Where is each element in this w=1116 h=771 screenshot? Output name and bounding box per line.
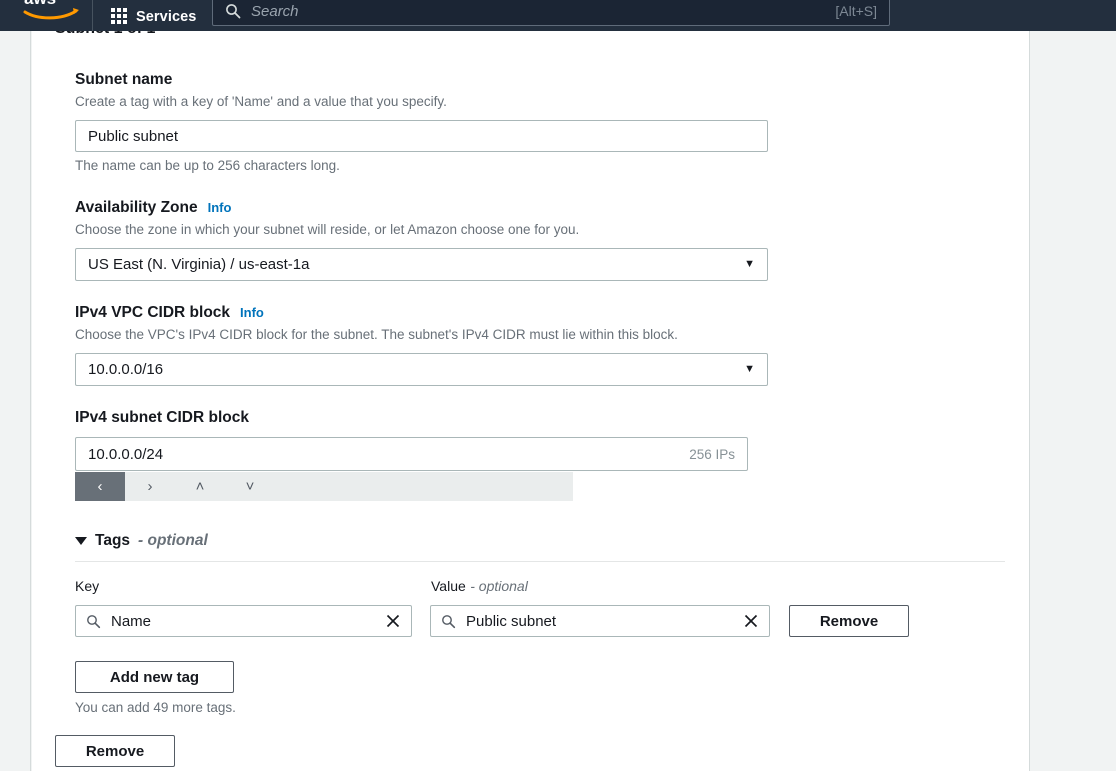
tag-value-value: Public subnet — [466, 612, 557, 630]
subnet-cidr-ip-count: 256 IPs — [689, 446, 735, 462]
chevron-down-icon: ▼ — [744, 258, 755, 270]
subnet-name-description: Create a tag with a key of 'Name' and a … — [75, 94, 447, 109]
tags-divider — [75, 561, 1005, 562]
close-icon[interactable] — [743, 613, 759, 629]
subnet-name-input[interactable]: Public subnet — [75, 120, 768, 152]
vpc-cidr-info-link[interactable]: Info — [240, 305, 264, 320]
triangle-down-icon — [75, 537, 87, 545]
add-new-tag-label: Add new tag — [109, 668, 200, 686]
availability-zone-label: Availability Zone — [75, 199, 198, 216]
subnet-cidr-label: IPv4 subnet CIDR block — [75, 409, 249, 426]
tags-key-column-label: Key — [75, 578, 100, 594]
subnet-name-label: Subnet name — [75, 71, 173, 88]
add-new-tag-button[interactable]: Add new tag — [75, 661, 234, 693]
remove-tag-button[interactable]: Remove — [789, 605, 909, 637]
subnet-cidr-value: 10.0.0.0/24 — [88, 445, 164, 463]
svg-text:aws: aws — [24, 0, 56, 8]
remove-subnet-label: Remove — [85, 742, 145, 760]
tag-value-input[interactable]: Public subnet — [430, 605, 770, 637]
subnet-cidr-input[interactable]: 10.0.0.0/24 256 IPs — [75, 437, 748, 471]
create-subnet-form: Subnet name Create a tag with a key of '… — [75, 70, 1015, 715]
navbar-divider — [92, 0, 93, 31]
close-icon[interactable] — [385, 613, 401, 629]
chevron-down-icon: ˅ — [245, 478, 255, 495]
next-cidr-button[interactable]: › — [125, 472, 175, 501]
field-subnet-name: Subnet name Create a tag with a key of '… — [75, 70, 1015, 175]
vpc-cidr-label: IPv4 VPC CIDR block — [75, 304, 231, 321]
availability-zone-selected-value: US East (N. Virginia) / us-east-1a — [88, 256, 310, 273]
services-menu-button[interactable]: Services — [103, 0, 204, 31]
chevron-down-icon: ▼ — [744, 363, 755, 375]
add-tag-hint: You can add 49 more tags. — [75, 700, 236, 715]
availability-zone-description: Choose the zone in which your subnet wil… — [75, 222, 580, 237]
availability-zone-select[interactable]: US East (N. Virginia) / us-east-1a ▼ — [75, 248, 768, 281]
remove-subnet-button[interactable]: Remove — [55, 735, 175, 767]
field-availability-zone: Availability Zone Info Choose the zone i… — [75, 198, 1015, 281]
prev-cidr-button[interactable]: ‹ — [75, 472, 125, 501]
vpc-cidr-description: Choose the VPC's IPv4 CIDR block for the… — [75, 327, 678, 342]
grid-icon — [111, 7, 127, 24]
search-icon — [442, 614, 456, 628]
aws-logo[interactable]: aws — [22, 0, 84, 22]
tags-section-optional: - optional — [138, 532, 208, 549]
page-background-right — [1031, 31, 1116, 771]
field-vpc-cidr: IPv4 VPC CIDR block Info Choose the VPC'… — [75, 303, 1015, 386]
subnet-name-hint: The name can be up to 256 characters lon… — [75, 158, 340, 173]
search-icon — [226, 4, 241, 19]
chevron-up-icon: ˄ — [195, 478, 205, 495]
decrease-cidr-button[interactable]: ˅ — [225, 472, 275, 501]
page-root: aws Services Search [Alt+S] Subnet 1 of … — [0, 0, 1116, 771]
chevron-left-icon: ‹ — [97, 478, 103, 495]
search-placeholder-text: Search — [251, 2, 299, 20]
field-subnet-cidr: IPv4 subnet CIDR block 10.0.0.0/24 256 I… — [75, 408, 1015, 501]
search-icon — [87, 614, 101, 628]
increase-cidr-button[interactable]: ˄ — [175, 472, 225, 501]
vpc-cidr-selected-value: 10.0.0.0/16 — [88, 361, 164, 378]
tags-section-title: Tags — [95, 532, 131, 549]
chevron-right-icon: › — [147, 478, 153, 495]
tags-value-column-optional: - optional — [470, 578, 528, 594]
tag-key-value: Name — [111, 612, 152, 630]
availability-zone-info-link[interactable]: Info — [208, 200, 232, 215]
tags-column-headers: Key Value - optional — [75, 577, 1015, 596]
search-shortcut-hint: [Alt+S] — [835, 3, 877, 19]
tags-section-toggle[interactable]: Tags - optional — [75, 532, 1015, 550]
tag-key-input[interactable]: Name — [75, 605, 412, 637]
global-search-input[interactable]: Search [Alt+S] — [212, 0, 890, 26]
subnet-cidr-stepper-toolbar: ‹ › ˄ ˅ — [75, 472, 573, 501]
remove-tag-label: Remove — [819, 612, 879, 630]
top-navbar: aws Services Search [Alt+S] — [0, 0, 1116, 31]
left-gutter — [0, 31, 31, 771]
subnet-name-value: Public subnet — [88, 127, 179, 145]
vpc-cidr-select[interactable]: 10.0.0.0/16 ▼ — [75, 353, 768, 386]
tags-value-column-label: Value — [431, 578, 466, 594]
tag-row: Name Public subnet Remove — [75, 605, 1015, 637]
services-label: Services — [136, 8, 197, 25]
